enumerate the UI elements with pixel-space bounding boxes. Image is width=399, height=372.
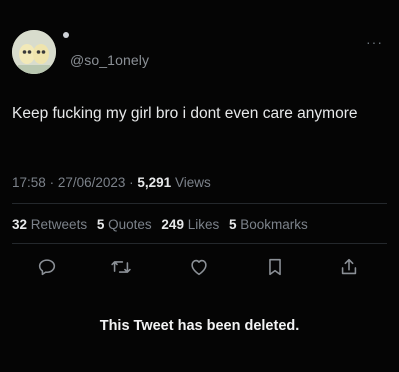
views-label: Views — [174, 175, 211, 190]
bookmark-button[interactable] — [264, 256, 286, 278]
quotes-count: 5 — [96, 217, 105, 232]
likes-count: 249 — [161, 217, 184, 232]
reply-icon — [38, 259, 56, 276]
retweets-stat[interactable]: 32 Retweets — [12, 217, 87, 232]
tweet-text: Keep fucking my girl bro i dont even car… — [12, 105, 358, 122]
bookmarks-label: Bookmarks — [240, 217, 308, 232]
more-options-icon[interactable]: ··· — [366, 34, 383, 50]
reply-button[interactable] — [36, 256, 58, 278]
deleted-notice: This Tweet has been deleted. — [99, 318, 300, 334]
status-dot — [63, 32, 69, 38]
likes-stat[interactable]: 249 Likes — [161, 217, 219, 232]
tweet-date[interactable]: 27/06/2023 — [58, 175, 126, 190]
likes-label: Likes — [187, 217, 220, 232]
like-button[interactable] — [188, 256, 210, 278]
bookmarks-count: 5 — [229, 217, 237, 232]
retweet-button[interactable] — [110, 256, 132, 278]
tweet-card: @so_1onely ··· Keep fucking my girl bro … — [0, 0, 399, 372]
meta-separator: · — [49, 175, 58, 190]
action-bar — [0, 256, 399, 282]
retweets-label: Retweets — [30, 217, 88, 232]
quotes-label: Quotes — [108, 217, 152, 232]
divider — [12, 203, 387, 204]
bookmarks-stat[interactable]: 5 Bookmarks — [229, 217, 308, 232]
views-count: 5,291 — [137, 175, 172, 190]
user-handle[interactable]: @so_1onely — [70, 52, 149, 68]
quotes-stat[interactable]: 5 Quotes — [97, 217, 152, 232]
like-icon — [191, 259, 207, 276]
retweet-icon — [111, 261, 131, 273]
share-icon — [341, 258, 357, 275]
tweet-stats: 32 Retweets 5 Quotes 249 Likes 5 Bookmar… — [12, 217, 314, 232]
share-button[interactable] — [338, 256, 360, 278]
bookmark-icon — [269, 258, 281, 276]
avatar[interactable] — [12, 30, 56, 74]
divider — [12, 243, 387, 244]
tweet-meta: 17:58 · 27/06/2023 · 5,291 Views — [12, 175, 211, 190]
avatar-image — [12, 30, 56, 74]
retweets-count: 32 — [12, 217, 28, 232]
tweet-time[interactable]: 17:58 — [12, 175, 46, 190]
